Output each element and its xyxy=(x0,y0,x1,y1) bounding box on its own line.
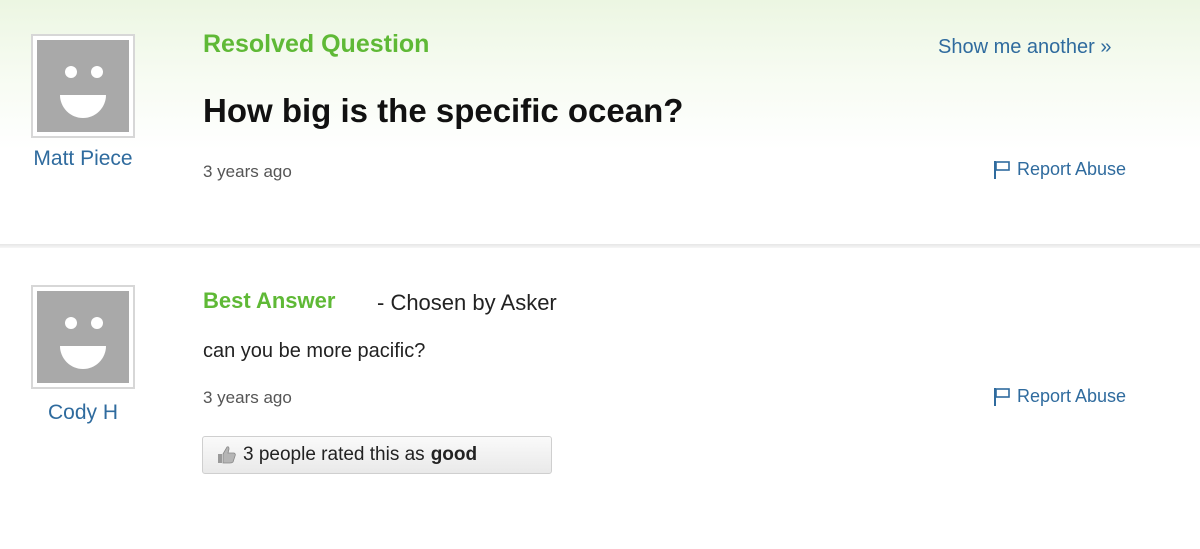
question-report-abuse-link[interactable]: Report Abuse xyxy=(993,159,1126,180)
rating-text: 3 people rated this as xyxy=(243,444,425,465)
chosen-by-asker-label: - Chosen by Asker xyxy=(377,290,557,315)
asker-name-link[interactable]: Matt Piece xyxy=(8,147,158,171)
answerer-avatar[interactable] xyxy=(31,285,135,389)
question-title: How big is the specific ocean? xyxy=(203,92,684,129)
report-abuse-label: Report Abuse xyxy=(1017,159,1127,179)
asker-avatar[interactable] xyxy=(31,34,135,138)
answer-text: can you be more pacific? xyxy=(203,340,426,362)
section-divider xyxy=(0,244,1200,248)
best-answer-heading: Best Answer xyxy=(203,288,336,313)
avatar-smiley-icon xyxy=(37,291,129,383)
rating-word: good xyxy=(430,444,478,465)
flag-icon xyxy=(994,160,1010,179)
answer-report-abuse-link[interactable]: Report Abuse xyxy=(993,386,1126,407)
question-timestamp: 3 years ago xyxy=(203,162,292,181)
show-me-another-link[interactable]: Show me another » xyxy=(938,36,1111,59)
rate-good-button[interactable]: 3 people rated this as good xyxy=(202,436,552,474)
resolved-question-heading: Resolved Question xyxy=(203,30,430,58)
thumbs-up-icon xyxy=(218,446,236,464)
report-abuse-label: Report Abuse xyxy=(1017,386,1127,406)
avatar-smiley-icon xyxy=(37,40,129,132)
answerer-name-link[interactable]: Cody H xyxy=(8,401,158,425)
flag-icon xyxy=(994,387,1010,406)
answer-timestamp: 3 years ago xyxy=(203,388,292,407)
